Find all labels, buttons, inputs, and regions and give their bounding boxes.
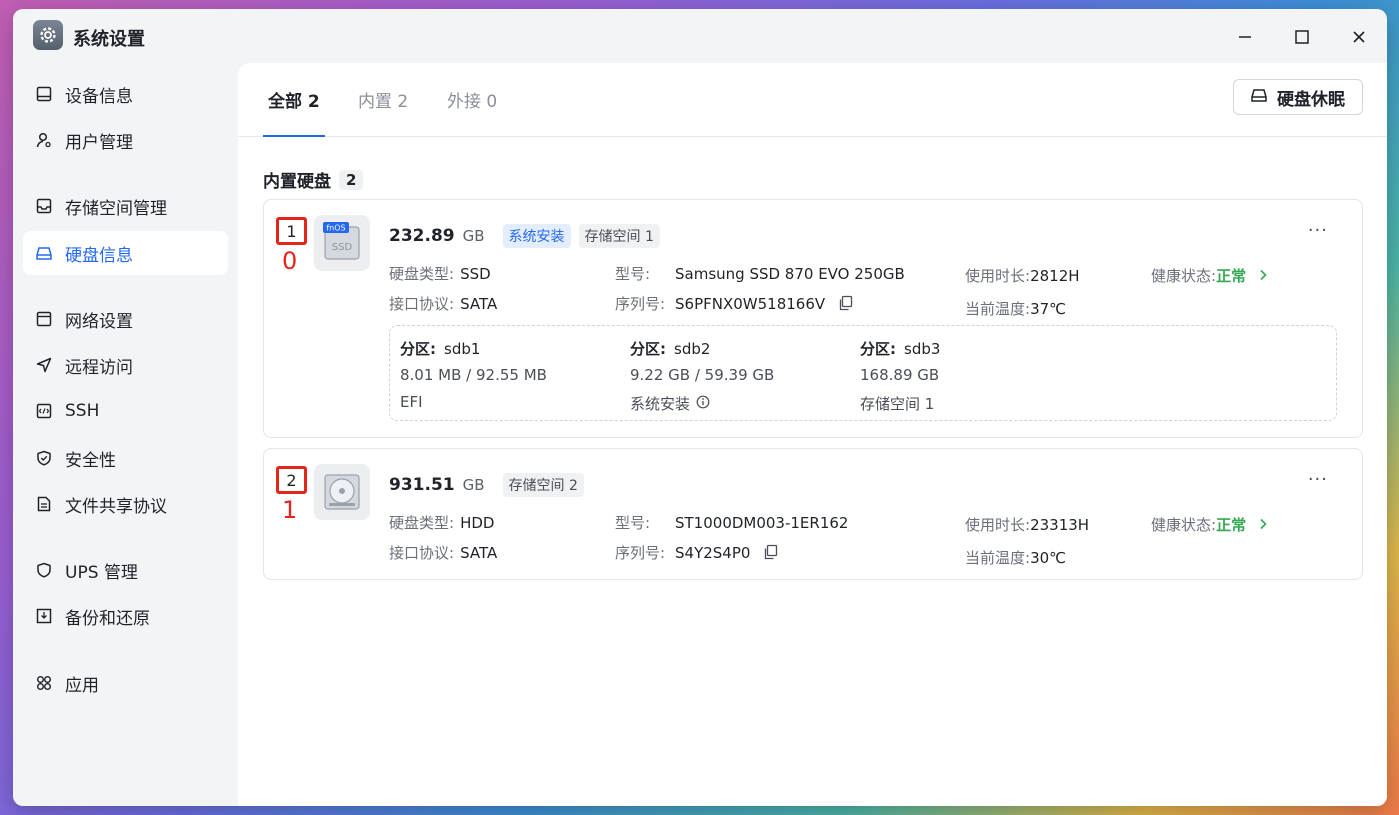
- sidebar-item-remote-access[interactable]: 远程访问: [23, 343, 228, 387]
- copy-icon[interactable]: [763, 544, 779, 564]
- tab-internal[interactable]: 内置 2: [358, 87, 408, 137]
- user-icon: [35, 131, 53, 149]
- tab-external[interactable]: 外接 0: [447, 87, 497, 137]
- sidebar: 设备信息 用户管理 存储空间管理 硬盘信息 网络设置 远程访问 SSH 安全性: [13, 63, 238, 806]
- disk-sub-label: 0: [282, 247, 298, 275]
- sidebar-item-security[interactable]: 安全性: [23, 436, 228, 480]
- file-share-icon: [35, 495, 53, 513]
- tag-system-install: 系统安装: [502, 224, 571, 248]
- disk-number: 1: [276, 217, 307, 245]
- disk-capacity: 931.51 GB 存储空间 2: [389, 473, 584, 497]
- disk-model: 型号: ST1000DM003-1ER162: [615, 514, 849, 532]
- ssd-icon: fnOS SSD: [314, 215, 370, 271]
- apps-icon: [35, 674, 53, 692]
- more-options-button[interactable]: ···: [1308, 469, 1328, 490]
- sidebar-item-label: 文件共享协议: [65, 496, 167, 517]
- disk-sleep-label: 硬盘休眠: [1277, 89, 1345, 110]
- disk-capacity: 232.89 GB 系统安装 存储空间 1: [389, 224, 660, 248]
- sidebar-item-label: 安全性: [65, 450, 116, 471]
- sidebar-item-backup[interactable]: 备份和还原: [23, 594, 228, 638]
- capacity-unit: GB: [462, 227, 485, 245]
- tab-all[interactable]: 全部 2: [263, 87, 325, 137]
- sidebar-item-file-sharing[interactable]: 文件共享协议: [23, 482, 228, 526]
- storage-icon: [35, 197, 53, 215]
- disk-sleep-button[interactable]: 硬盘休眠: [1233, 79, 1363, 115]
- remote-icon: [35, 356, 53, 374]
- sidebar-item-ssh[interactable]: SSH: [23, 389, 228, 433]
- disk-number: 2: [276, 466, 307, 494]
- disk-interface: 接口协议: SATA: [389, 544, 498, 562]
- close-button[interactable]: [1345, 23, 1373, 51]
- disk-sub-label: 1: [282, 496, 298, 524]
- disk-temperature: 当前温度:30℃: [965, 549, 1066, 567]
- disk-model: 型号: Samsung SSD 870 EVO 250GB: [615, 265, 905, 283]
- disk-icon: [35, 244, 53, 262]
- section-title-text: 内置硬盘: [263, 172, 331, 192]
- main-content: 全部 2 内置 2 外接 0 硬盘休眠 内置硬盘 2 1 0 fnOS SSD: [238, 63, 1387, 806]
- sidebar-item-label: SSH: [65, 401, 100, 421]
- device-icon: [35, 85, 53, 103]
- maximize-button[interactable]: [1288, 23, 1316, 51]
- sidebar-item-storage-management[interactable]: 存储空间管理: [23, 184, 228, 228]
- disk-card: 1 0 fnOS SSD 232.89 GB 系统安装 存储空间 1 ··· 硬…: [263, 199, 1363, 438]
- settings-gear-icon: [33, 20, 63, 50]
- disk-temperature: 当前温度:37℃: [965, 300, 1066, 318]
- info-icon[interactable]: [696, 395, 710, 413]
- section-count-badge: 2: [339, 169, 364, 190]
- disk-type: 硬盘类型: HDD: [389, 514, 495, 532]
- capacity-value: 232.89: [389, 226, 455, 246]
- disk-icon: [1251, 87, 1267, 108]
- ssh-icon: [35, 402, 53, 420]
- disk-card: 2 1 931.51 GB 存储空间 2 ··· 硬盘类型: HDD 接口协议: S…: [263, 448, 1363, 580]
- copy-icon[interactable]: [838, 295, 854, 315]
- settings-window: 系统设置 设备信息 用户管理 存储空间管理 硬盘信息 网络设置 远程访问 SSH…: [13, 9, 1387, 806]
- tag-storage-space: 存储空间 2: [502, 473, 584, 497]
- sidebar-item-disk-info[interactable]: 硬盘信息: [23, 231, 228, 275]
- disk-serial: 序列号: S6PFNX0W518166V: [615, 293, 854, 315]
- sidebar-item-label: 备份和还原: [65, 608, 150, 629]
- chevron-right-icon: [1259, 516, 1267, 534]
- capacity-unit: GB: [462, 476, 485, 494]
- sidebar-item-label: 远程访问: [65, 357, 133, 378]
- disk-type: 硬盘类型: SSD: [389, 265, 491, 283]
- titlebar: 系统设置: [13, 9, 1387, 63]
- ssd-icon-text: SSD: [332, 242, 353, 253]
- disk-health[interactable]: 健康状态:正常: [1151, 265, 1267, 286]
- backup-icon: [35, 607, 53, 625]
- ssd-icon-badge: fnOS: [326, 224, 345, 233]
- minimize-button[interactable]: [1231, 23, 1259, 51]
- sidebar-item-label: UPS 管理: [65, 562, 138, 583]
- sidebar-item-label: 网络设置: [65, 311, 133, 332]
- sidebar-item-label: 应用: [65, 675, 99, 696]
- disk-interface: 接口协议: SATA: [389, 295, 498, 313]
- tab-bar: 全部 2 内置 2 外接 0 硬盘休眠: [238, 63, 1387, 137]
- more-options-button[interactable]: ···: [1308, 220, 1328, 241]
- disk-usage-hours: 使用时长:2812H: [965, 267, 1080, 285]
- network-icon: [35, 310, 53, 328]
- disk-usage-hours: 使用时长:23313H: [965, 516, 1090, 534]
- ups-icon: [35, 561, 53, 579]
- sidebar-item-label: 用户管理: [65, 132, 133, 153]
- sidebar-item-ups[interactable]: UPS 管理: [23, 548, 228, 592]
- partition-panel: 分区: sdb1 8.01 MB / 92.55 MB EFI 分区: sdb2 9…: [389, 325, 1337, 421]
- sidebar-item-device-info[interactable]: 设备信息: [23, 72, 228, 116]
- disk-health[interactable]: 健康状态:正常: [1151, 514, 1267, 535]
- hdd-icon: [314, 464, 370, 520]
- sidebar-item-label: 存储空间管理: [65, 198, 167, 219]
- tag-storage-space: 存储空间 1: [578, 224, 660, 248]
- sidebar-item-user-management[interactable]: 用户管理: [23, 118, 228, 162]
- section-title: 内置硬盘 2: [263, 167, 364, 192]
- window-title: 系统设置: [73, 29, 145, 50]
- sidebar-item-network-settings[interactable]: 网络设置: [23, 297, 228, 341]
- disk-serial: 序列号: S4Y2S4P0: [615, 542, 779, 564]
- sidebar-item-label: 硬盘信息: [65, 245, 133, 266]
- capacity-value: 931.51: [389, 475, 455, 495]
- chevron-right-icon: [1259, 267, 1267, 285]
- sidebar-item-apps[interactable]: 应用: [23, 661, 228, 705]
- shield-icon: [35, 449, 53, 467]
- sidebar-item-label: 设备信息: [65, 86, 133, 107]
